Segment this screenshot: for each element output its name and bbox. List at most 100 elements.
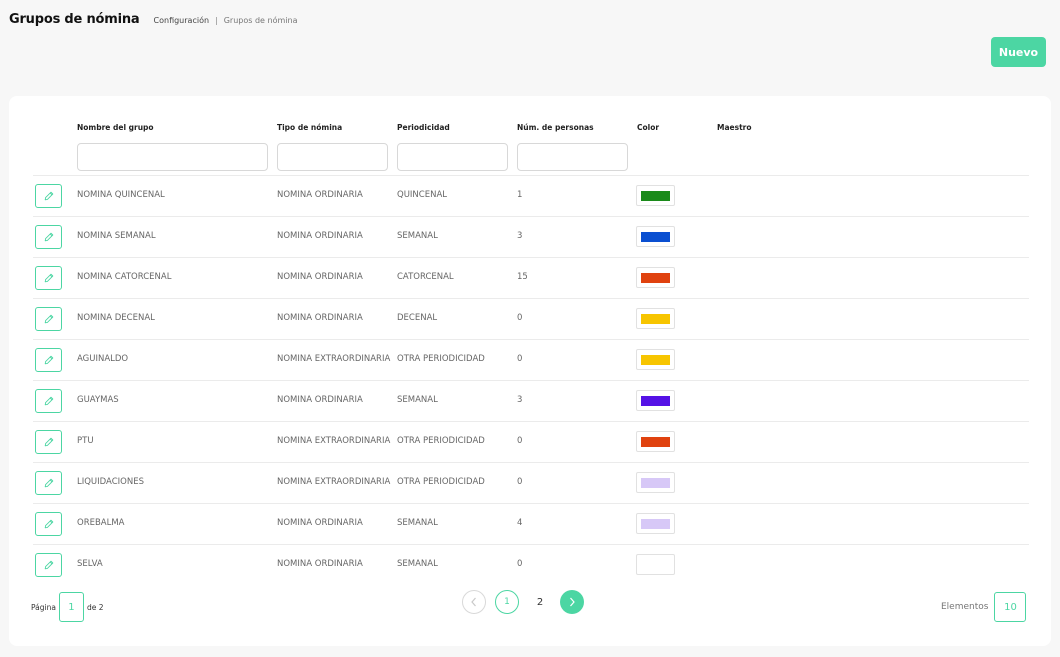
filter-tipo-input[interactable] bbox=[277, 143, 388, 171]
color-swatch-box bbox=[636, 513, 675, 534]
edit-button[interactable] bbox=[35, 471, 62, 495]
table-row: GUAYMAS NÓMINA ORDINARIA SEMANAL 3 bbox=[33, 380, 1029, 421]
cell-tipo: NÓMINA ORDINARIA bbox=[277, 190, 363, 200]
table-row: AGUINALDO NÓMINA EXTRAORDINARIA OTRA PERIO… bbox=[33, 339, 1029, 380]
column-header-nombre: Nombre del grupo bbox=[77, 123, 154, 132]
cell-nombre: NÓMINA SEMANAL bbox=[77, 231, 156, 241]
pencil-icon bbox=[43, 436, 55, 448]
edit-button[interactable] bbox=[35, 553, 62, 577]
table-row: NÓMINA DECENAL NÓMINA ORDINARIA DECENAL 0 bbox=[33, 298, 1029, 339]
cell-personas: 1 bbox=[517, 190, 523, 200]
color-swatch-box bbox=[636, 308, 675, 329]
edit-button[interactable] bbox=[35, 389, 62, 413]
color-swatch-box bbox=[636, 431, 675, 452]
cell-nombre: PTU bbox=[77, 436, 94, 446]
filter-personas-input[interactable] bbox=[517, 143, 628, 171]
cell-personas: 0 bbox=[517, 559, 523, 569]
page-2-button[interactable]: 2 bbox=[528, 590, 552, 614]
breadcrumb-parent[interactable]: Configuración bbox=[154, 16, 210, 25]
page-title: Grupos de nómina bbox=[9, 12, 140, 27]
cell-periodicidad: QUINCENAL bbox=[397, 190, 447, 200]
color-swatch-box bbox=[636, 554, 675, 575]
column-header-color: Color bbox=[637, 123, 660, 132]
groups-table-card: Nombre del grupo Tipo de nómina Periodic… bbox=[9, 96, 1051, 646]
color-swatch bbox=[641, 191, 670, 201]
pencil-icon bbox=[43, 272, 55, 284]
cell-tipo: NÓMINA EXTRAORDINARIA bbox=[277, 354, 391, 364]
cell-periodicidad: OTRA PERIODICIDAD bbox=[397, 477, 485, 487]
new-button[interactable]: Nuevo bbox=[991, 37, 1046, 67]
column-header-periodicidad: Periodicidad bbox=[397, 123, 450, 132]
color-swatch bbox=[641, 314, 670, 324]
pencil-icon bbox=[43, 313, 55, 325]
edit-button[interactable] bbox=[35, 266, 62, 290]
cell-personas: 3 bbox=[517, 395, 523, 405]
cell-personas: 4 bbox=[517, 518, 523, 528]
cell-personas: 0 bbox=[517, 436, 523, 446]
edit-button[interactable] bbox=[35, 348, 62, 372]
previous-page-button[interactable] bbox=[462, 590, 486, 614]
pencil-icon bbox=[43, 518, 55, 530]
cell-nombre: NÓMINA DECENAL bbox=[77, 313, 155, 323]
cell-tipo: NÓMINA EXTRAORDINARIA bbox=[277, 477, 391, 487]
page-indicator: Página 1 de 2 bbox=[31, 592, 104, 622]
page-1-button[interactable]: 1 bbox=[495, 590, 519, 614]
pencil-icon bbox=[43, 190, 55, 202]
color-swatch-box bbox=[636, 390, 675, 411]
color-swatch-box bbox=[636, 185, 675, 206]
pencil-icon bbox=[43, 354, 55, 366]
color-swatch-box bbox=[636, 349, 675, 370]
pencil-icon bbox=[43, 477, 55, 489]
cell-tipo: NÓMINA ORDINARIA bbox=[277, 395, 363, 405]
cell-tipo: NÓMINA ORDINARIA bbox=[277, 231, 363, 241]
edit-button[interactable] bbox=[35, 184, 62, 208]
pencil-icon bbox=[43, 559, 55, 571]
color-swatch bbox=[641, 478, 670, 488]
cell-tipo: NÓMINA EXTRAORDINARIA bbox=[277, 436, 391, 446]
cell-personas: 0 bbox=[517, 354, 523, 364]
cell-periodicidad: OTRA PERIODICIDAD bbox=[397, 354, 485, 364]
cell-nombre: AGUINALDO bbox=[77, 354, 129, 364]
cell-nombre: SELVA bbox=[77, 559, 103, 569]
color-swatch bbox=[641, 560, 670, 570]
edit-button[interactable] bbox=[35, 512, 62, 536]
column-header-tipo: Tipo de nómina bbox=[277, 123, 343, 132]
edit-button[interactable] bbox=[35, 225, 62, 249]
cell-periodicidad: OTRA PERIODICIDAD bbox=[397, 436, 485, 446]
current-page-input[interactable]: 1 bbox=[58, 592, 84, 622]
table-row: NÓMINA SEMANAL NÓMINA ORDINARIA SEMANAL 3 bbox=[33, 216, 1029, 257]
cell-nombre: NÓMINA CATORCENAL bbox=[77, 272, 172, 282]
filter-nombre-input[interactable] bbox=[77, 143, 268, 171]
cell-personas: 0 bbox=[517, 477, 523, 487]
cell-tipo: NÓMINA ORDINARIA bbox=[277, 272, 363, 282]
cell-nombre: LIQUIDACIONES bbox=[77, 477, 144, 487]
edit-button[interactable] bbox=[35, 307, 62, 331]
breadcrumb-separator: | bbox=[215, 16, 218, 25]
table-row: SELVA NÓMINA ORDINARIA SEMANAL 0 bbox=[33, 544, 1029, 585]
column-header-maestro: Maestro bbox=[717, 123, 752, 132]
cell-periodicidad: CATORCENAL bbox=[397, 272, 454, 282]
total-pages-label: de 2 bbox=[86, 602, 104, 612]
color-swatch bbox=[641, 273, 670, 283]
color-swatch-box bbox=[636, 472, 675, 493]
breadcrumb: Configuración | Grupos de nómina bbox=[154, 16, 298, 25]
color-swatch bbox=[641, 355, 670, 365]
cell-personas: 15 bbox=[517, 272, 528, 282]
color-swatch-box bbox=[636, 226, 675, 247]
breadcrumb-current: Grupos de nómina bbox=[223, 16, 298, 25]
per-page-select[interactable]: 10 bbox=[994, 592, 1027, 622]
color-swatch-box bbox=[636, 267, 675, 288]
cell-periodicidad: SEMANAL bbox=[397, 518, 438, 528]
table-row: NÓMINA QUINCENAL NÓMINA ORDINARIA QUINCENA… bbox=[33, 175, 1029, 216]
color-swatch bbox=[641, 396, 670, 406]
cell-periodicidad: SEMANAL bbox=[397, 231, 438, 241]
next-page-button[interactable] bbox=[560, 590, 584, 614]
color-swatch bbox=[641, 437, 670, 447]
edit-button[interactable] bbox=[35, 430, 62, 454]
cell-personas: 3 bbox=[517, 231, 523, 241]
cell-personas: 0 bbox=[517, 313, 523, 323]
filter-periodicidad-input[interactable] bbox=[397, 143, 508, 171]
cell-tipo: NÓMINA ORDINARIA bbox=[277, 559, 363, 569]
cell-nombre: NÓMINA QUINCENAL bbox=[77, 190, 165, 200]
cell-periodicidad: SEMANAL bbox=[397, 395, 438, 405]
